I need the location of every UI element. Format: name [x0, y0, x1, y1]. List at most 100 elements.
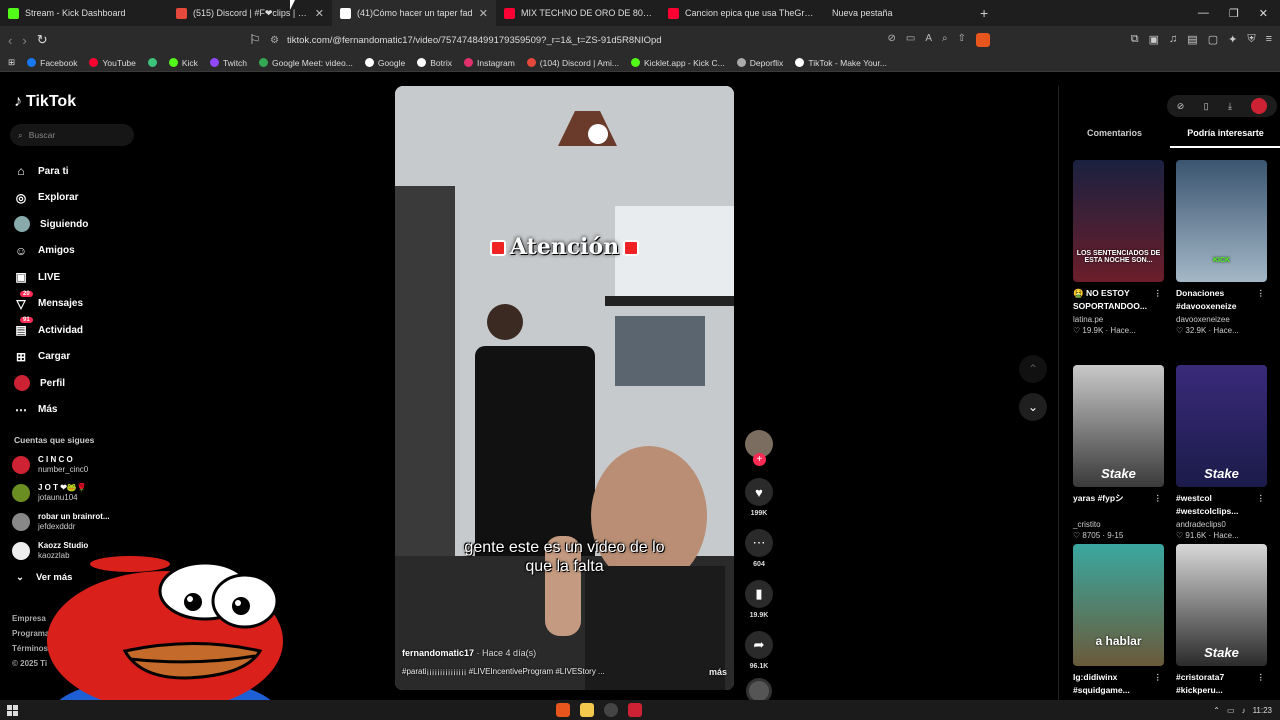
nav-item-explorar[interactable]: ◎ Explorar [14, 185, 134, 212]
windows-start-icon[interactable] [7, 704, 18, 716]
close-tab-icon[interactable]: ✕ [479, 7, 488, 20]
nav-item-perfil[interactable]: Perfil [14, 370, 134, 397]
video-player[interactable]: Atención gente este es un video de lo qu… [395, 86, 734, 690]
download-icon[interactable]: ⤓ [1228, 101, 1232, 112]
close-tab-icon[interactable]: ✕ [315, 7, 324, 20]
screenshot-icon[interactable]: ▣ [1149, 33, 1159, 46]
extensions-icon[interactable]: ⧉ [1131, 33, 1139, 46]
tab-discord[interactable]: (515) Discord | #F❤clips | SAP ✕ [168, 0, 332, 26]
translate-icon[interactable]: A [925, 33, 932, 47]
reload-icon[interactable]: ↻ [37, 32, 48, 48]
more-options-icon[interactable]: ⋮ [1257, 287, 1266, 300]
app-icon[interactable] [628, 703, 642, 717]
leo-ai-icon[interactable]: ✦ [1228, 33, 1237, 46]
more-options-icon[interactable]: ⋮ [1257, 671, 1266, 684]
tab-youtube-techno[interactable]: MIX TECHNO DE ORO DE 80's & 90's [496, 0, 660, 26]
recommended-video-card[interactable]: Stake #cristorata7 #kickperu... ⋮ [1176, 544, 1267, 697]
obs-icon[interactable] [604, 703, 618, 717]
nav-item-actividad[interactable]: ▤ 91 Actividad [14, 317, 134, 344]
nav-item-amigos[interactable]: ☺ Amigos [14, 238, 134, 265]
more-options-icon[interactable]: ⋮ [1154, 671, 1163, 684]
file-explorer-icon[interactable] [580, 703, 594, 717]
more-options-icon[interactable]: ⋮ [1257, 492, 1266, 505]
footer-link[interactable]: Programa [12, 626, 49, 641]
chevron-up-icon[interactable]: ⌃ [1213, 706, 1220, 715]
tab-youtube-cancion[interactable]: Cancion epica que usa TheGrefg "Vi [660, 0, 824, 26]
following-account[interactable]: C I N C Onumber_cinc0 [12, 455, 142, 475]
cast-icon[interactable]: ▭ [906, 33, 915, 47]
no-tracking-icon[interactable]: ⊘ [887, 33, 895, 47]
nav-item-cargar[interactable]: ⊞ Cargar [14, 344, 134, 371]
site-settings-icon[interactable]: ⚙ [270, 35, 279, 46]
save-button[interactable]: ▮ 19.9K [745, 580, 773, 619]
recommended-video-card[interactable]: KICK Donaciones #davooxeneize ⋮ davooxene… [1176, 160, 1267, 335]
footer-link[interactable]: Términos [12, 641, 49, 656]
tab-comentarios[interactable]: Comentarios [1059, 126, 1170, 148]
brave-browser-icon[interactable] [556, 703, 570, 717]
volume-icon[interactable]: ♪ [1242, 706, 1246, 715]
video-author[interactable]: fernandomatic17 [402, 648, 474, 658]
brave-shields-icon[interactable] [976, 33, 990, 47]
restore-icon[interactable]: ❐ [1229, 7, 1239, 20]
bookmark-tiktok[interactable]: TikTok - Make Your... [795, 58, 887, 68]
bookmark-instagram[interactable]: Instagram [463, 58, 515, 68]
bookmark-google[interactable]: Google [364, 58, 405, 68]
bookmark-kicklet[interactable]: Kicklet.app - Kick C... [630, 58, 725, 68]
wallet-icon[interactable]: ▢ [1208, 33, 1218, 46]
minimize-icon[interactable]: — [1198, 7, 1209, 20]
tiktok-logo[interactable]: ♪ TikTok [14, 93, 76, 111]
following-account[interactable]: J O T ❤🐸🌹 jotaunu104 [12, 483, 142, 503]
recommended-video-card[interactable]: LOS SENTENCIADOS DE ESTA NOCHE SON... 🤮 … [1073, 160, 1164, 335]
author-avatar[interactable]: + [745, 430, 773, 466]
url-text[interactable]: tiktok.com/@fernandomatic17/video/757474… [287, 35, 662, 46]
close-window-icon[interactable]: ✕ [1259, 7, 1268, 20]
footer-link[interactable]: Empresa [12, 611, 49, 626]
apps-grid-icon[interactable]: ⊞ [8, 57, 15, 68]
nav-item-mas[interactable]: ⋯ Más [14, 397, 134, 424]
more-options-icon[interactable]: ⋮ [1154, 287, 1163, 300]
next-video-button[interactable]: ⌄ [1019, 393, 1047, 421]
like-button[interactable]: ♥ 199K [745, 478, 773, 517]
tab-kick-dashboard[interactable]: Stream - Kick Dashboard [0, 0, 168, 26]
more-options-icon[interactable]: ⋮ [1154, 492, 1163, 505]
menu-icon[interactable]: ≡ [1266, 33, 1272, 46]
bookmark-page-icon[interactable]: ⚐ [249, 32, 261, 48]
clock[interactable]: 11:23 [1253, 706, 1272, 715]
new-tab-button[interactable]: + [980, 5, 988, 21]
bookmark-discord[interactable]: (104) Discord | Ami... [526, 58, 619, 68]
nav-item-siguiendo[interactable]: Siguiendo [14, 211, 134, 238]
bookmark-deporflix[interactable]: Deporflix [736, 58, 783, 68]
bookmark-twitch[interactable]: Twitch [209, 58, 247, 68]
previous-video-button[interactable]: ⌃ [1019, 355, 1047, 383]
recommended-video-card[interactable]: a hablar Ig:didiwinx #squidgame... ⋮ [1073, 544, 1164, 697]
tab-tiktok-active[interactable]: (41)Cómo hacer un taper fad ✕ [332, 0, 496, 26]
video-hashtags[interactable]: #parati¡¡¡¡¡¡¡¡¡¡¡¡¡¡¡ #LIVEIncentivePro… [402, 667, 605, 677]
sidebar-icon[interactable]: ▤ [1187, 33, 1197, 46]
search-input[interactable]: ⌕ Buscar [10, 124, 134, 146]
tab-podria-interesarte[interactable]: Podría interesarte [1170, 126, 1280, 148]
follow-plus-icon[interactable]: + [753, 453, 766, 466]
more-caption-button[interactable]: más [709, 667, 727, 677]
nav-item-para-ti[interactable]: ⌂ Para ti [14, 158, 134, 185]
network-icon[interactable]: ▭ [1227, 706, 1235, 715]
share-button[interactable]: ➦ 96.1K [745, 631, 773, 670]
back-icon[interactable]: ‹ [8, 33, 12, 48]
nav-item-live[interactable]: ▣ LIVE [14, 264, 134, 291]
bookmark-green-site[interactable] [147, 58, 157, 67]
tab-new[interactable]: Nueva pestaña [824, 0, 974, 26]
user-avatar[interactable] [1251, 98, 1268, 114]
bookmark-facebook[interactable]: Facebook [27, 58, 77, 68]
bookmark-google-meet[interactable]: Google Meet: video... [259, 58, 353, 68]
recommended-video-card[interactable]: Stake yaras #fypシ ⋮ _cristito ♡ 8705 · 9-… [1073, 365, 1164, 540]
compass-icon[interactable]: ⊘ [1177, 101, 1185, 112]
forward-icon[interactable]: › [22, 33, 26, 48]
following-account[interactable]: robar un brainrot... jefdexdddr [12, 512, 142, 532]
share-icon[interactable]: ⇧ [958, 33, 966, 47]
vpn-icon[interactable]: ⛨ [1247, 33, 1255, 46]
bookmark-botrix[interactable]: Botrix [417, 58, 452, 68]
bookmark-youtube[interactable]: YouTube [89, 58, 136, 68]
device-icon[interactable]: ▯ [1204, 101, 1209, 112]
url-field[interactable]: ⚙ tiktok.com/@fernandomatic17/video/7574… [270, 30, 990, 50]
comment-button[interactable]: ⋯ 604 [745, 529, 773, 568]
nav-item-mensajes[interactable]: ▽ 20 Mensajes [14, 290, 134, 318]
